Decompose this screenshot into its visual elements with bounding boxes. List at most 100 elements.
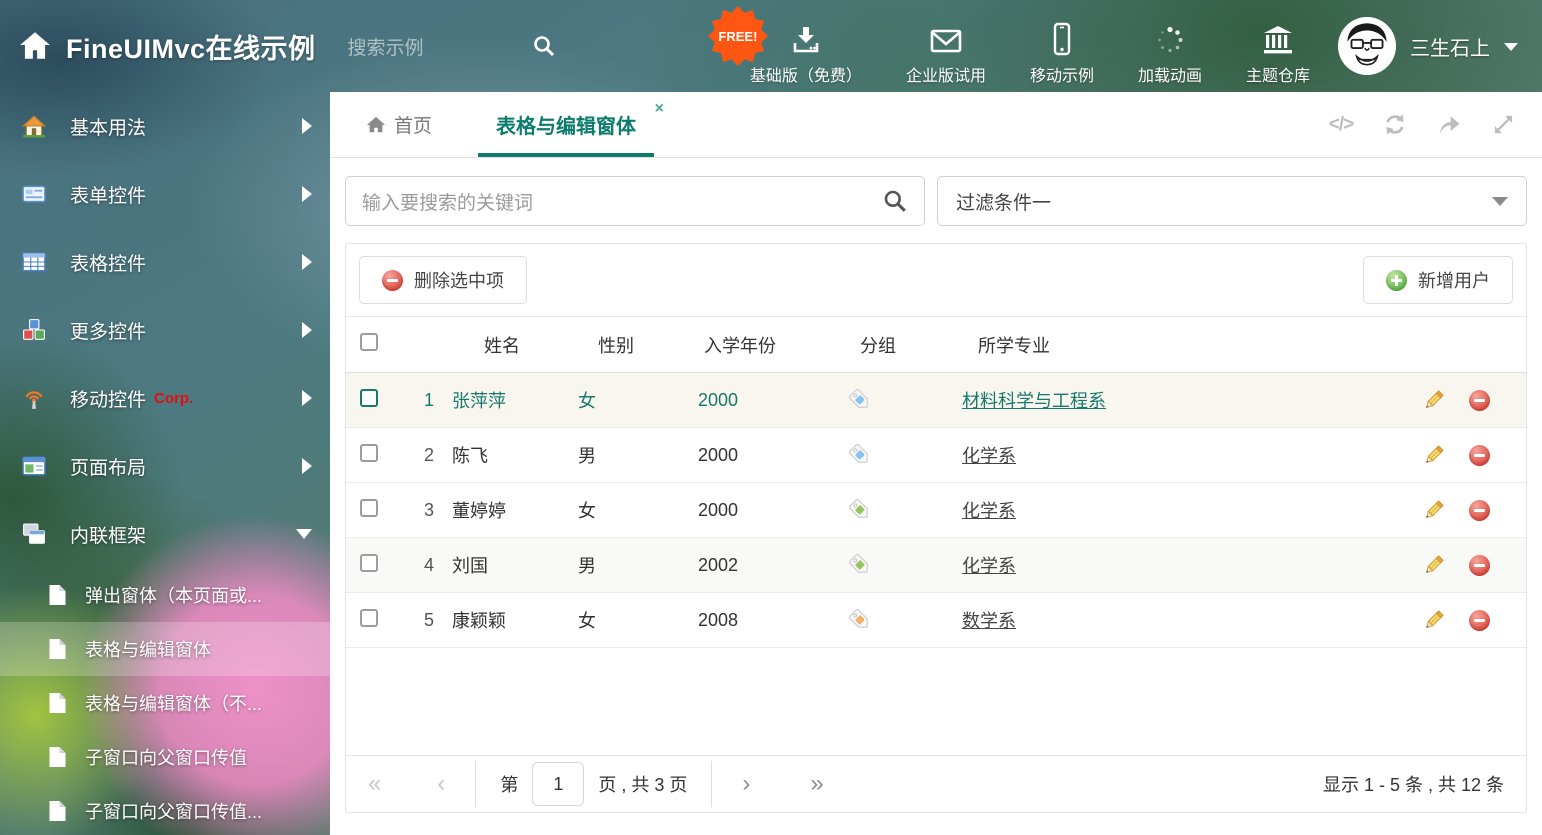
cell-name: 陈飞 — [442, 442, 568, 468]
share-icon[interactable] — [1436, 112, 1462, 138]
table-row[interactable]: 4 刘国 男 2002 化学系 — [346, 538, 1526, 593]
pagination-bar: « ‹ 第 1 页 , 共 3 页 › » 显示 1 - 5 条 , 共 12 … — [346, 755, 1526, 812]
envelope-icon — [929, 22, 963, 56]
view-source-icon[interactable]: </> — [1328, 112, 1354, 138]
column-header-group[interactable]: 分组 — [838, 332, 952, 358]
header-nav-basic-free[interactable]: FREE! 基础版（免费） — [750, 6, 862, 86]
user-menu[interactable]: 三生石上 — [1338, 17, 1518, 75]
page-number-input[interactable]: 1 — [532, 762, 584, 806]
major-link[interactable]: 化学系 — [962, 501, 1016, 521]
bank-icon — [1261, 22, 1295, 56]
major-link[interactable]: 化学系 — [962, 446, 1016, 466]
grid-toolbar: 删除选中项 新增用户 — [346, 244, 1526, 316]
sidebar-item-form-controls[interactable]: 表单控件 — [0, 160, 330, 228]
row-checkbox[interactable] — [360, 554, 378, 572]
expand-icon[interactable] — [1490, 112, 1516, 138]
prev-page-button[interactable]: ‹ — [437, 772, 445, 796]
search-icon[interactable] — [882, 188, 908, 214]
header-nav: FREE! 基础版（免费） 企业版试用 移动示例 — [750, 6, 1310, 86]
tag-icon — [848, 443, 872, 467]
table-row[interactable]: 2 陈飞 男 2000 化学系 — [346, 428, 1526, 483]
search-icon[interactable] — [532, 34, 556, 58]
row-checkbox[interactable] — [360, 389, 378, 407]
table-icon — [22, 250, 46, 274]
filter-dropdown[interactable]: 过滤条件一 — [937, 176, 1527, 226]
keyword-search-placeholder: 输入要搜索的关键词 — [362, 188, 533, 215]
cell-year: 2000 — [688, 500, 838, 521]
cell-gender: 女 — [568, 497, 688, 523]
sidebar-item-mobile-controls[interactable]: 移动控件 Corp. — [0, 364, 330, 432]
minus-icon — [382, 270, 403, 291]
delete-row-icon[interactable] — [1469, 500, 1490, 521]
chevron-down-icon — [296, 529, 312, 539]
cell-gender: 男 — [568, 442, 688, 468]
table-row[interactable]: 5 康颖颖 女 2008 数学系 — [346, 593, 1526, 648]
tab-grid-edit-window[interactable]: 表格与编辑窗体 × — [490, 92, 642, 157]
sidebar-subitem-grid-edit-window-no[interactable]: 表格与编辑窗体（不... — [0, 676, 330, 730]
edit-pencil-icon[interactable] — [1422, 444, 1445, 467]
column-header-year[interactable]: 入学年份 — [688, 332, 838, 358]
cell-gender: 男 — [568, 552, 688, 578]
form-icon — [22, 182, 46, 206]
cell-gender: 女 — [568, 607, 688, 633]
edit-pencil-icon[interactable] — [1422, 609, 1445, 632]
sidebar-subitem-grid-edit-window[interactable]: 表格与编辑窗体 — [0, 622, 330, 676]
select-all-checkbox[interactable] — [360, 333, 378, 351]
column-header-name[interactable]: 姓名 — [442, 332, 568, 358]
header-search-input[interactable]: 搜索示例 — [348, 33, 556, 60]
chevron-down-icon — [1492, 197, 1508, 206]
major-link[interactable]: 化学系 — [962, 556, 1016, 576]
chevron-down-icon — [1504, 43, 1518, 51]
header-nav-theme-repo[interactable]: 主题仓库 — [1246, 6, 1310, 86]
refresh-icon[interactable] — [1382, 112, 1408, 138]
sidebar-item-iframe[interactable]: 内联框架 — [0, 500, 330, 568]
user-name: 三生石上 — [1410, 32, 1490, 61]
app-root: FineUIMvc在线示例 搜索示例 FREE! 基础版（免费） 企业版试 — [0, 0, 1542, 835]
column-header-major[interactable]: 所学专业 — [952, 332, 1408, 358]
edit-pencil-icon[interactable] — [1422, 554, 1445, 577]
delete-row-icon[interactable] — [1469, 390, 1490, 411]
download-icon — [790, 22, 822, 56]
filter-dropdown-value: 过滤条件一 — [956, 188, 1051, 215]
document-icon — [48, 692, 67, 714]
tab-home[interactable]: 首页 — [360, 92, 438, 157]
sidebar-subitem-popup-window[interactable]: 弹出窗体（本页面或... — [0, 568, 330, 622]
table-row[interactable]: 1 张萍萍 女 2000 材料科学与工程系 — [346, 373, 1526, 428]
header-nav-mobile-examples[interactable]: 移动示例 — [1030, 6, 1094, 86]
sidebar-item-page-layout[interactable]: 页面布局 — [0, 432, 330, 500]
next-page-button[interactable]: › — [742, 772, 750, 796]
delete-row-icon[interactable] — [1469, 610, 1490, 631]
layout-icon — [22, 454, 46, 478]
cell-year: 2000 — [688, 445, 838, 466]
sidebar-item-basic-usage[interactable]: 基本用法 — [0, 92, 330, 160]
first-page-button[interactable]: « — [368, 772, 381, 796]
delete-row-icon[interactable] — [1469, 445, 1490, 466]
brand-home-icon[interactable] — [18, 29, 52, 63]
pager-divider — [475, 761, 476, 807]
free-badge: FREE! — [708, 6, 768, 66]
last-page-button[interactable]: » — [810, 772, 823, 796]
major-link[interactable]: 材料科学与工程系 — [962, 391, 1106, 411]
delete-selected-button[interactable]: 删除选中项 — [359, 256, 527, 304]
edit-pencil-icon[interactable] — [1422, 499, 1445, 522]
sidebar-subitem-child-to-parent-2[interactable]: 子窗口向父窗口传值... — [0, 784, 330, 835]
sidebar-item-more-controls[interactable]: 更多控件 — [0, 296, 330, 364]
row-checkbox[interactable] — [360, 499, 378, 517]
close-icon[interactable]: × — [655, 101, 664, 117]
table-row[interactable]: 3 董婷婷 女 2000 化学系 — [346, 483, 1526, 538]
document-icon — [48, 746, 67, 768]
header-nav-enterprise-trial[interactable]: 企业版试用 — [906, 6, 986, 86]
major-link[interactable]: 数学系 — [962, 611, 1016, 631]
keyword-search-input[interactable]: 输入要搜索的关键词 — [345, 176, 925, 226]
delete-row-icon[interactable] — [1469, 555, 1490, 576]
column-header-gender[interactable]: 性别 — [568, 332, 688, 358]
sidebar-subitem-child-to-parent[interactable]: 子窗口向父窗口传值 — [0, 730, 330, 784]
header-nav-loading-animations[interactable]: 加载动画 — [1138, 6, 1202, 86]
sidebar-item-grid-controls[interactable]: 表格控件 — [0, 228, 330, 296]
cell-year: 2000 — [688, 390, 838, 411]
add-user-button[interactable]: 新增用户 — [1363, 256, 1513, 304]
edit-pencil-icon[interactable] — [1422, 389, 1445, 412]
row-checkbox[interactable] — [360, 609, 378, 627]
row-checkbox[interactable] — [360, 444, 378, 462]
chevron-right-icon — [302, 254, 312, 270]
